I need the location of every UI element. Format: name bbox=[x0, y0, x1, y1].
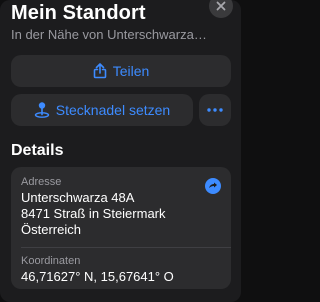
close-icon bbox=[216, 1, 226, 11]
pin-icon bbox=[34, 101, 50, 119]
coordinates-label: Koordinaten bbox=[21, 255, 81, 267]
location-panel: Mein Standort In der Nähe von Unterschwa… bbox=[0, 0, 241, 302]
coordinates-value[interactable]: 46,71627° N, 15,67641° O bbox=[21, 269, 174, 284]
address-line-street[interactable]: Unterschwarza 48A bbox=[21, 190, 134, 205]
share-button-label: Teilen bbox=[112, 63, 150, 79]
address-line-country[interactable]: Österreich bbox=[21, 222, 81, 237]
address-label: Adresse bbox=[21, 176, 62, 188]
address-line-city[interactable]: 8471 Straß in Steiermark bbox=[21, 206, 166, 221]
details-card: Adresse Unterschwarza 48A 8471 Straß in … bbox=[11, 167, 231, 289]
panel-subtitle: In der Nähe von Unterschwarza… bbox=[11, 27, 207, 42]
details-divider bbox=[21, 247, 231, 248]
copy-address-button[interactable] bbox=[205, 178, 221, 194]
close-button[interactable] bbox=[209, 0, 233, 18]
share-icon bbox=[93, 63, 107, 79]
share-button[interactable]: Teilen bbox=[11, 55, 231, 87]
details-heading: Details bbox=[11, 142, 64, 159]
drop-pin-button-label: Stecknadel setzen bbox=[55, 102, 171, 118]
more-button[interactable] bbox=[199, 94, 231, 126]
panel-title: Mein Standort bbox=[11, 2, 146, 24]
copy-icon bbox=[209, 182, 217, 188]
more-icon bbox=[207, 108, 223, 112]
drop-pin-button[interactable]: Stecknadel setzen bbox=[11, 94, 193, 126]
